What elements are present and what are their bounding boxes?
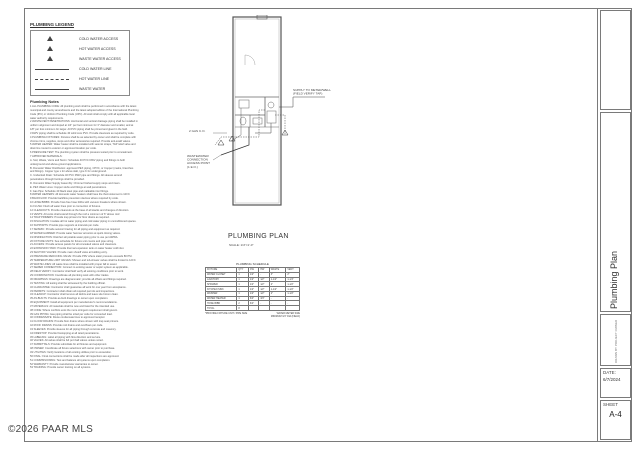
legend-label: WASTE WATER	[79, 87, 106, 91]
tb-sheet-label: SHEET	[603, 402, 619, 407]
tb-date-cell: DATE: 6/7/2024	[600, 368, 631, 398]
drawing-sheet: PLUMBING LEGEND COLD WATER ACCESS HOT WA…	[0, 0, 640, 450]
notes-title: Plumbing Notes	[30, 100, 59, 104]
title-block: Plumbing Plan DRAWN BY PROJECT OWNER DAT…	[597, 8, 632, 442]
waste-water-access-symbol	[35, 56, 69, 62]
schedule-table: FIXTURE QTY CW HW WASTE VENT WATER CLOSET 1 1/2"…	[204, 267, 300, 312]
legend-label: HOT WATER LINE	[79, 77, 110, 81]
plumbing-notes: Plumbing Notes 1 ALL PLUMBING CODE: All …	[30, 100, 165, 432]
legend-label: COLD WATER LINE	[79, 67, 112, 71]
tb-project-cell: Plumbing Plan	[600, 112, 631, 312]
schedule-row: TOTAL 8	[204, 305, 300, 312]
schedule-cell	[258, 305, 270, 312]
notes-lines: 1 ALL PLUMBING CODE: All plumbing work s…	[30, 105, 165, 370]
tb-project-label: Plumbing Plan	[609, 250, 619, 309]
schedule-cell: TOTAL	[204, 305, 238, 312]
wastewater-label-4: (1 E.O.)	[187, 165, 198, 169]
tb-date-value: 6/7/2024	[603, 377, 621, 382]
plumbing-floor-plan: SUPPLY TO METER/WELL (FIELD VERIFY TAP) …	[187, 15, 332, 206]
schedule-cell	[247, 305, 260, 312]
cold-water-access-symbol	[35, 36, 69, 42]
plan-scale: SCALE: 1/4"=1'-0"	[229, 243, 254, 247]
supply-label-line2: (FIELD VERIFY TAP)	[293, 92, 322, 96]
gas-label: 2 GAS C.O.	[189, 129, 205, 133]
legend-item: HOT WATER ACCESS	[35, 45, 127, 53]
legend-label: WASTE WATER ACCESS	[79, 57, 121, 61]
tb-sheet-number: A-4	[609, 410, 622, 419]
legend-item: HOT WATER LINE	[35, 75, 127, 83]
mls-watermark: ©2026 PAAR MLS	[8, 424, 94, 435]
schedule-foot-right: WATER METER SIZE MINIMUM 3/4" DIA (FIELD…	[270, 312, 300, 319]
schedule-cell	[268, 305, 287, 312]
schedule-cell: 8	[236, 305, 249, 312]
tb-blank-cell	[600, 10, 631, 110]
legend-title: PLUMBING LEGEND	[30, 22, 75, 27]
legend-item: COLD WATER LINE	[35, 65, 127, 73]
tb-drawn-cell: DRAWN BY PROJECT OWNER	[600, 314, 631, 366]
tb-drawn-by: DRAWN BY PROJECT OWNER	[614, 319, 618, 363]
legend-label: COLD WATER ACCESS	[79, 37, 119, 41]
plan-title: PLUMBING PLAN	[228, 233, 289, 240]
waste-water-line-symbol	[35, 86, 69, 92]
schedule-footer: *PROVIDE FIXTURE UNIT / PIPE SIZE WATER …	[205, 312, 300, 318]
legend-box: COLD WATER ACCESS HOT WATER ACCESS WASTE…	[30, 30, 130, 96]
svg-text:SUPPLY TO METER/WELL (FI: SUPPLY TO METER/WELL (FIELD VERIFY TAP)	[293, 88, 332, 96]
legend-item: WASTE WATER	[35, 85, 127, 93]
hot-water-access-symbol	[35, 46, 69, 52]
tb-date-label: DATE:	[603, 370, 616, 375]
note-line: 53 TRAINING: Provide owner training on a…	[30, 366, 92, 370]
schedule-cell	[285, 305, 300, 312]
legend-label: HOT WATER ACCESS	[79, 47, 116, 51]
schedule-title: PLUMBING SCHEDULE	[236, 262, 269, 266]
hot-water-line-symbol	[35, 76, 69, 82]
tb-sheet-cell: SHEET A-4	[600, 400, 631, 440]
schedule-foot-left: *PROVIDE FIXTURE UNIT / PIPE SIZE	[205, 312, 248, 316]
plumbing-legend: PLUMBING LEGEND COLD WATER ACCESS HOT WA…	[30, 22, 130, 96]
plumbing-schedule: PLUMBING SCHEDULE FIXTURE QTY CW HW WASTE VEN…	[204, 262, 300, 318]
cold-water-line-symbol	[35, 66, 69, 72]
legend-item: WASTE WATER ACCESS	[35, 55, 127, 63]
legend-item: COLD WATER ACCESS	[35, 35, 127, 43]
svg-text:WASTEWATER CONNECTION: WASTEWATER CONNECTION ACCESS POINT (1 E.…	[187, 154, 211, 169]
